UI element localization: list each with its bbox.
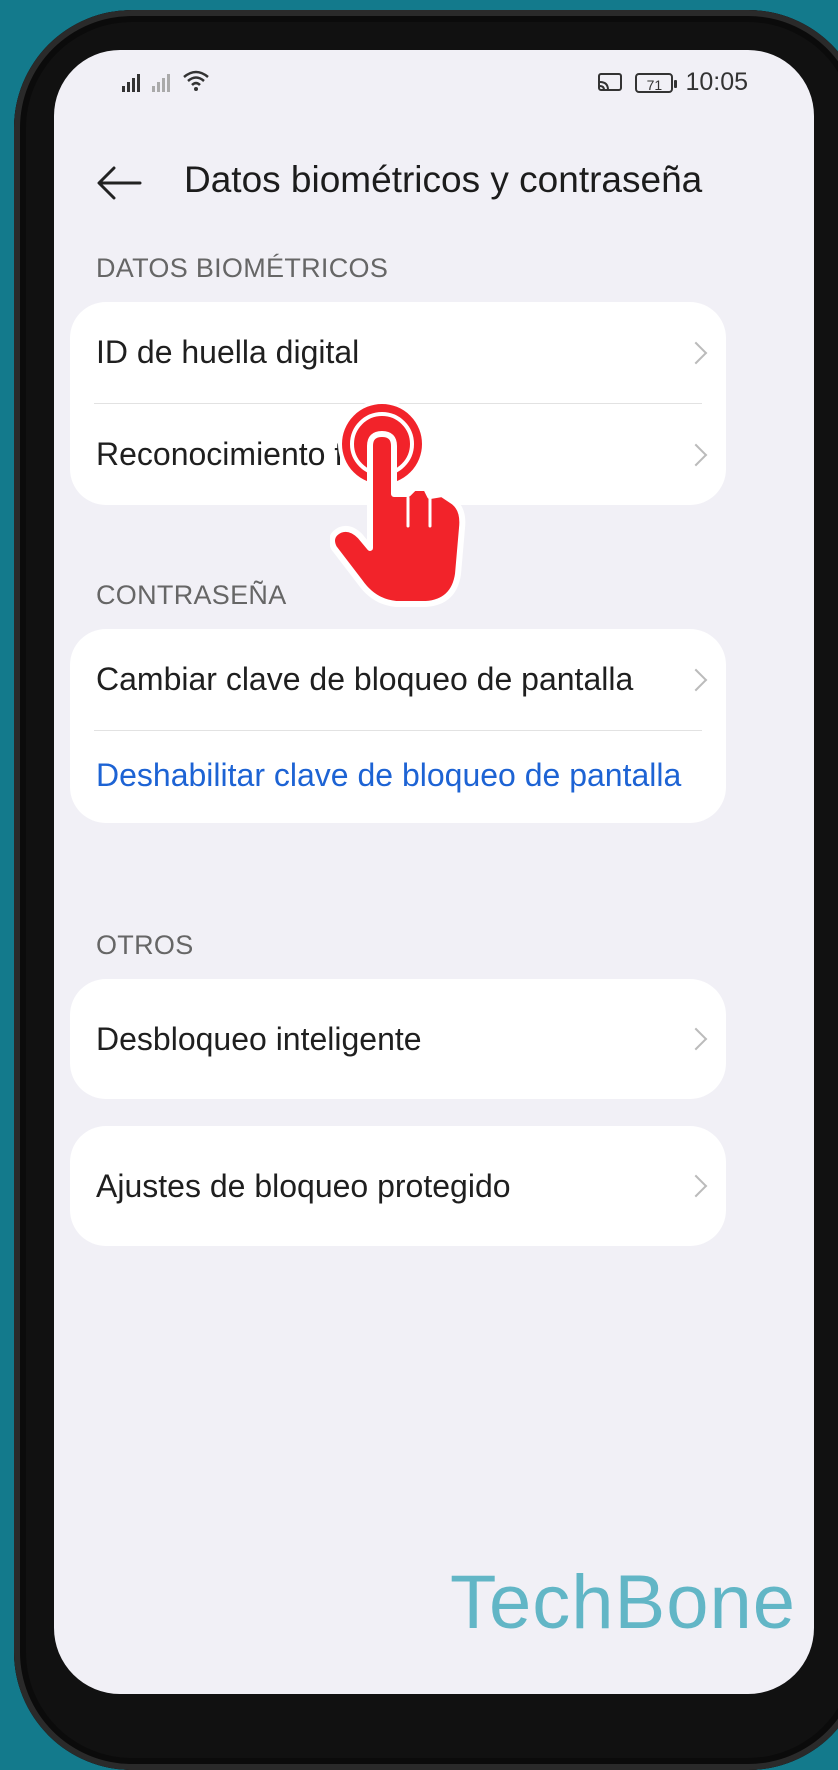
smart-unlock-label: Desbloqueo inteligente xyxy=(96,1020,422,1057)
section-label-biometric: DATOS BIOMÉTRICOS xyxy=(96,253,389,283)
header: Datos biométricos y contraseña xyxy=(54,145,814,225)
smart-unlock-item[interactable]: Desbloqueo inteligente xyxy=(70,979,726,1099)
protected-lock-item[interactable]: Ajustes de bloqueo protegido xyxy=(70,1126,726,1246)
wifi-icon xyxy=(183,70,209,91)
fingerprint-id-item[interactable]: ID de huella digital xyxy=(70,302,726,403)
phone-screen: 71 10:05 Datos biométricos y contraseña … xyxy=(54,50,814,1694)
status-left xyxy=(122,68,210,92)
cast-icon xyxy=(598,72,623,91)
section-label-password: CONTRASEÑA xyxy=(96,580,287,610)
smart-unlock-card: Desbloqueo inteligente xyxy=(70,979,726,1099)
chevron-right-icon xyxy=(684,443,708,466)
back-arrow-icon[interactable] xyxy=(94,163,144,203)
chevron-right-icon xyxy=(684,341,708,364)
change-lock-password-item[interactable]: Cambiar clave de bloqueo de pantalla xyxy=(70,629,726,730)
protected-lock-label: Ajustes de bloqueo protegido xyxy=(96,1167,511,1204)
password-card: Cambiar clave de bloqueo de pantalla Des… xyxy=(70,629,726,823)
fingerprint-id-label: ID de huella digital xyxy=(96,334,360,370)
tap-hand-icon xyxy=(330,400,466,607)
section-label-others: OTROS xyxy=(96,930,194,960)
status-bar: 71 10:05 xyxy=(54,50,814,120)
chevron-right-icon xyxy=(684,1174,708,1198)
techbone-watermark: TechBone xyxy=(449,1560,796,1645)
page-title: Datos biométricos y contraseña xyxy=(184,159,703,200)
chevron-right-icon xyxy=(684,1027,708,1051)
protected-lock-card: Ajustes de bloqueo protegido xyxy=(70,1126,726,1246)
no-signal-icon xyxy=(152,70,170,92)
clock: 10:05 xyxy=(685,68,748,96)
disable-lock-password-link[interactable]: Deshabilitar clave de bloqueo de pantall… xyxy=(70,731,726,823)
change-lock-password-label: Cambiar clave de bloqueo de pantalla xyxy=(96,661,634,697)
face-recognition-label: Reconocimiento f xyxy=(96,436,344,472)
status-right: 71 10:05 xyxy=(597,68,748,97)
chevron-right-icon xyxy=(684,668,708,691)
signal-icon xyxy=(122,70,140,92)
battery-level: 71 xyxy=(646,76,663,93)
battery-icon: 71 xyxy=(635,72,678,93)
